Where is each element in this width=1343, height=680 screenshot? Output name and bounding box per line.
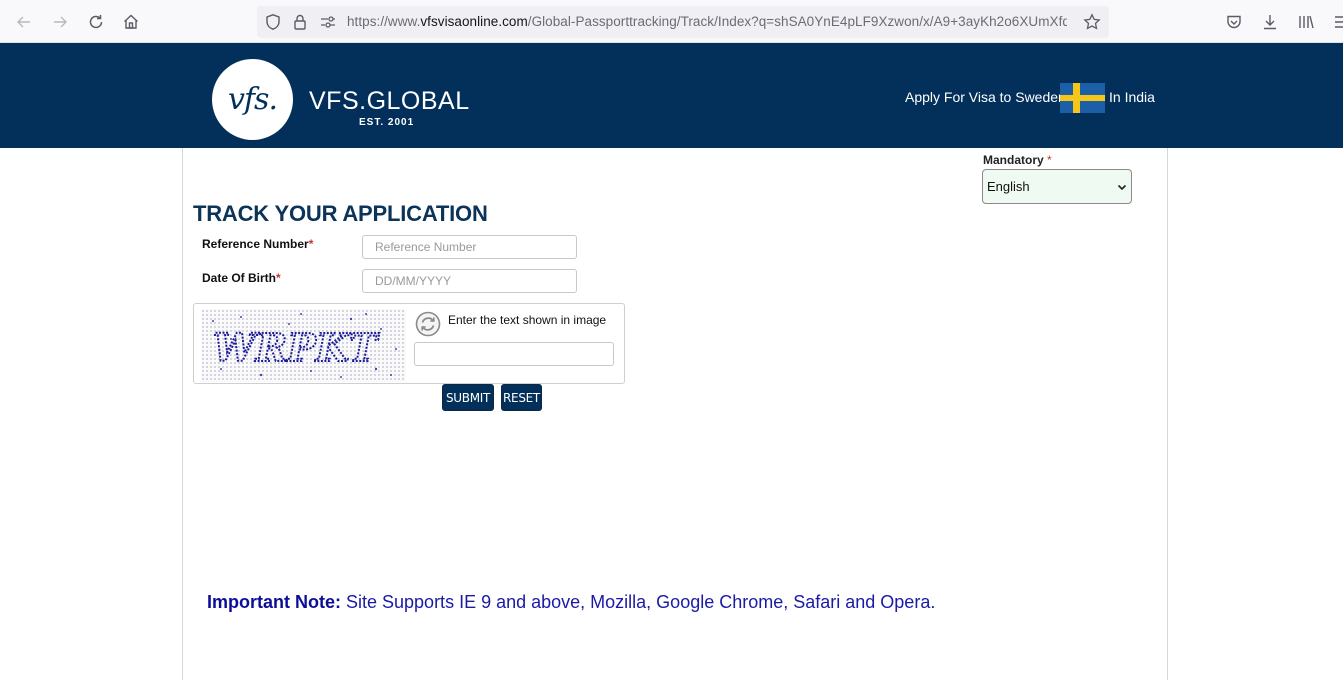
captcha-box: WRPKT Enter the text shown in image xyxy=(193,303,625,384)
important-note-prefix: Important Note: xyxy=(207,592,341,612)
logo-est: EST. 2001 xyxy=(359,117,415,128)
chevron-down-icon xyxy=(1117,184,1127,190)
url-scheme: https://www. xyxy=(347,14,421,29)
lock-icon[interactable] xyxy=(291,13,309,31)
date-of-birth-label: Date Of Birth* xyxy=(202,271,281,285)
reference-label-text: Reference Number xyxy=(202,237,309,251)
mandatory-label: Mandatory * xyxy=(983,153,1052,167)
country-text: In India xyxy=(1109,89,1155,105)
vfs-logo[interactable]: vfs. xyxy=(212,59,293,140)
language-select[interactable]: English xyxy=(982,169,1132,204)
required-mark: * xyxy=(276,271,281,285)
site-header: vfs. VFS.GLOBAL EST. 2001 Apply For Visa… xyxy=(0,43,1343,148)
date-of-birth-input[interactable] xyxy=(362,269,577,293)
important-note: Important Note: Site Supports IE 9 and a… xyxy=(207,592,935,613)
permissions-icon[interactable] xyxy=(319,13,337,31)
important-note-text: Site Supports IE 9 and above, Mozilla, G… xyxy=(341,592,936,612)
url-host: vfsvisaonline.com xyxy=(420,14,528,29)
reference-number-input[interactable] xyxy=(362,235,577,259)
captcha-text: WRPKT xyxy=(213,325,380,370)
captcha-input[interactable] xyxy=(414,342,614,366)
dob-label-text: Date Of Birth xyxy=(202,271,277,285)
library-icon[interactable] xyxy=(1295,11,1317,33)
captcha-image: WRPKT xyxy=(201,309,406,382)
forward-arrow-icon[interactable] xyxy=(49,11,71,33)
shield-icon[interactable] xyxy=(264,13,282,31)
apply-for-visa-text: Apply For Visa to Sweden xyxy=(905,89,1066,105)
submit-button[interactable]: SUBMIT xyxy=(442,384,494,411)
back-arrow-icon[interactable] xyxy=(13,11,35,33)
refresh-captcha-icon[interactable] xyxy=(415,311,441,337)
mandatory-text: Mandatory xyxy=(983,153,1044,167)
logo-mark: vfs. xyxy=(228,82,278,117)
browser-toolbar: https://www.vfsvisaonline.com/Global-Pas… xyxy=(0,0,1343,43)
captcha-hint: Enter the text shown in image xyxy=(448,313,607,327)
required-mark: * xyxy=(1047,153,1052,167)
reset-button[interactable]: RESET xyxy=(501,384,542,411)
download-icon[interactable] xyxy=(1259,11,1281,33)
required-mark: * xyxy=(308,237,314,251)
page-title: TRACK YOUR APPLICATION xyxy=(193,201,488,226)
menu-icon[interactable] xyxy=(1331,11,1343,33)
logo-name: VFS.GLOBAL xyxy=(309,87,470,115)
bookmark-star-icon[interactable] xyxy=(1083,13,1101,31)
url-text[interactable]: https://www.vfsvisaonline.com/Global-Pas… xyxy=(347,14,1067,32)
reload-icon[interactable] xyxy=(85,11,107,33)
pocket-icon[interactable] xyxy=(1223,11,1245,33)
url-bar[interactable]: https://www.vfsvisaonline.com/Global-Pas… xyxy=(257,6,1109,38)
url-path: /Global-Passporttracking/Track/Index?q=s… xyxy=(527,14,1067,29)
sweden-flag-icon xyxy=(1060,83,1105,113)
home-icon[interactable] xyxy=(120,11,142,33)
main-container: Mandatory * English TRACK YOUR APPLICATI… xyxy=(182,148,1168,680)
language-selected-value: English xyxy=(987,179,1030,194)
reference-number-label: Reference Number* xyxy=(202,237,313,251)
